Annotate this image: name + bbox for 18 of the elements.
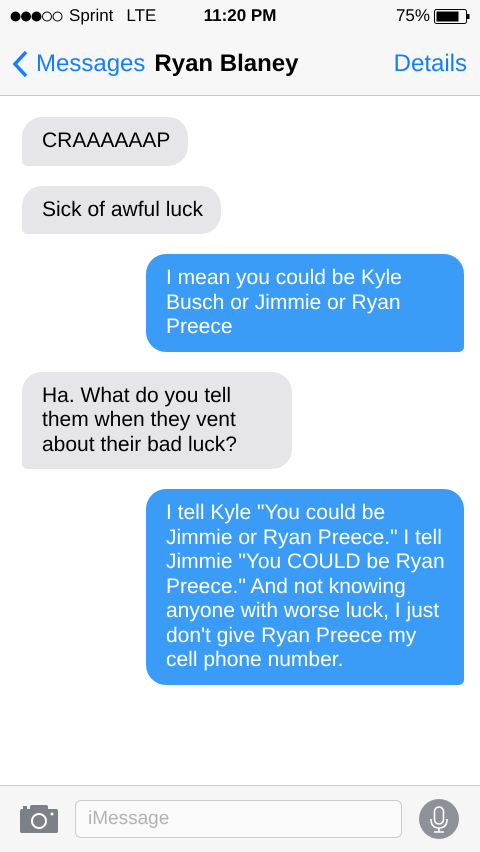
- microphone-icon[interactable]: [419, 799, 459, 839]
- message-bubble: Ha. What do you tell them when they vent about their bad luck?: [22, 372, 292, 469]
- message-bubble: CRAAAAAAP: [22, 117, 188, 166]
- message-bubble: I mean you could be Kyle Busch or Jimmie or Ryan Preece: [146, 254, 464, 352]
- contact-name: Ryan Blaney: [154, 50, 298, 78]
- battery-percent: 75%: [396, 6, 430, 26]
- signal-icon: [10, 10, 64, 22]
- chevron-icon: [12, 50, 28, 78]
- details-button[interactable]: Details: [394, 50, 467, 78]
- camera-icon[interactable]: [20, 805, 58, 833]
- carrier-name: Sprint: [69, 6, 114, 26]
- back-button[interactable]: Messages: [12, 50, 146, 78]
- clock-time: 11:20 PM: [204, 6, 276, 26]
- message-bubble: I tell Kyle "You could be Jimmie or Ryan Preece." I tell Jimmie "You COULD be Ryan Preece." And not knowing anyone with worse luck, I just don't give Ryan Preece my cell phone number.: [146, 489, 464, 684]
- message-bubble: Sick of awful luck: [22, 186, 222, 234]
- battery-icon: [434, 8, 470, 24]
- network-type: LTE: [126, 6, 156, 26]
- message-input[interactable]: iMessage: [75, 800, 402, 838]
